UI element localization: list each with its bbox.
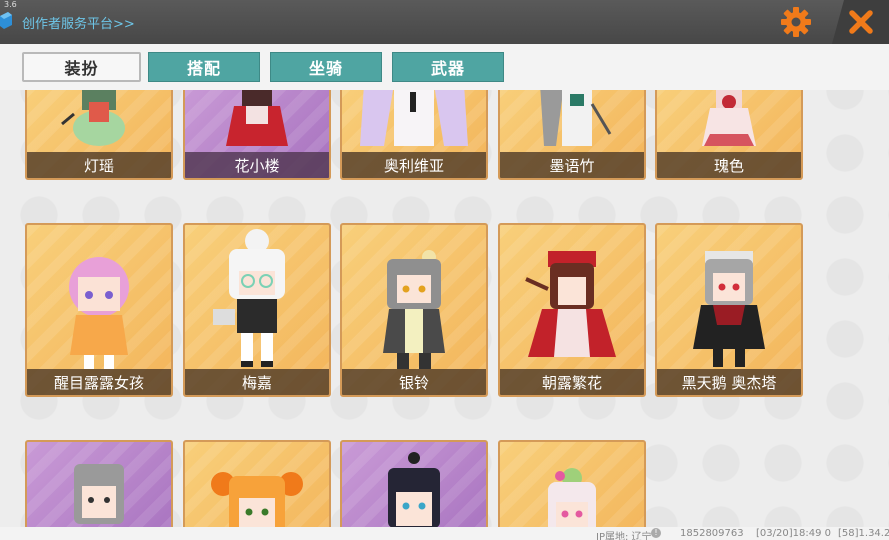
character-figure [525, 251, 616, 357]
skin-card[interactable]: 梅嘉 [183, 223, 331, 397]
skin-grid: 灯瑶 花小楼 奥利维亚 墨语竹 瑰色 醒目露露女孩 梅嘉 银铃 朝露繁花 黑天鹅… [0, 90, 889, 527]
skin-card[interactable]: 朝露繁花 [498, 223, 646, 397]
close-icon [848, 10, 873, 34]
skin-card[interactable]: 醒目露露女孩 [25, 223, 173, 397]
build-version: [58]1.34.2 [838, 528, 889, 539]
ip-location: IP属地: 辽宁 [596, 532, 652, 540]
character-figure [211, 472, 303, 527]
skin-name: 朝露繁花 [500, 369, 644, 395]
character-figure [226, 90, 288, 146]
skin-card[interactable] [340, 440, 488, 527]
category-tabs: 装扮 搭配 坐骑 武器 [0, 44, 889, 90]
tab-mount[interactable]: 坐骑 [270, 52, 382, 82]
character-figure [383, 250, 445, 369]
character-figure [702, 90, 756, 146]
skin-card[interactable] [25, 440, 173, 527]
character-figure [548, 468, 596, 527]
status-bar: IP属地: 辽宁 ! 1852809763 [03/20]18:49 0 [58… [0, 527, 889, 540]
character-figure [69, 257, 129, 369]
skin-name: 奥利维亚 [342, 152, 486, 178]
skin-name: 灯瑶 [27, 152, 171, 178]
timestamp: [03/20]18:49 0 [756, 528, 831, 539]
settings-button[interactable] [778, 4, 814, 40]
creator-platform-link[interactable]: 创作者服务平台>> [22, 13, 135, 32]
character-figure [74, 464, 124, 524]
skin-name: 银铃 [342, 369, 486, 395]
skin-card[interactable]: 奥利维亚 [340, 90, 488, 180]
skin-name: 墨语竹 [500, 152, 644, 178]
character-figure [693, 251, 765, 367]
character-figure [61, 90, 125, 146]
skin-card[interactable]: 灯瑶 [25, 90, 173, 180]
skin-card[interactable]: 黑天鹅 奥杰塔 [655, 223, 803, 397]
skin-name: 梅嘉 [185, 369, 329, 395]
skin-name: 黑天鹅 奥杰塔 [657, 369, 801, 395]
top-bar: 3.6 创作者服务平台>> [0, 0, 889, 44]
tab-outfit[interactable]: 装扮 [22, 52, 141, 82]
skin-card[interactable]: 墨语竹 [498, 90, 646, 180]
gear-icon [781, 7, 811, 37]
skin-name: 瑰色 [657, 152, 801, 178]
skin-card[interactable]: 瑰色 [655, 90, 803, 180]
skin-card[interactable] [183, 440, 331, 527]
user-id: 1852809763 [680, 528, 744, 539]
skin-card[interactable]: 花小楼 [183, 90, 331, 180]
character-figure [388, 452, 440, 527]
character-figure [213, 229, 285, 367]
close-button[interactable] [832, 0, 889, 44]
skin-name: 醒目露露女孩 [27, 369, 171, 395]
skin-card[interactable]: 银铃 [340, 223, 488, 397]
skin-name: 花小楼 [185, 152, 329, 178]
app-cube-icon [0, 12, 12, 29]
info-icon[interactable]: ! [651, 528, 661, 538]
tab-weapon[interactable]: 武器 [392, 52, 504, 82]
character-figure [360, 90, 468, 146]
tab-match[interactable]: 搭配 [148, 52, 260, 82]
character-figure [540, 90, 612, 146]
skin-card[interactable] [498, 440, 646, 527]
version-label: 3.6 [4, 0, 17, 9]
